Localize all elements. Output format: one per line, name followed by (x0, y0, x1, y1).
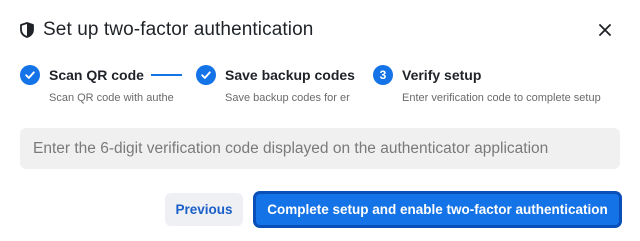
previous-button[interactable]: Previous (165, 193, 243, 226)
verification-code-input[interactable] (20, 128, 620, 169)
step-save-backup-codes: Save backup codes Save backup codes for … (196, 64, 366, 110)
dialog-title: Set up two-factor authentication (43, 19, 314, 40)
step-title: Save backup codes (225, 67, 355, 83)
stepper: Scan QR code Scan QR code with authe Sav… (20, 64, 630, 110)
step-description: Scan QR code with authe (49, 92, 174, 104)
step-verify-setup: 3 Verify setup Enter verification code t… (373, 64, 630, 110)
check-icon (20, 65, 40, 85)
dialog-header: Set up two-factor authentication (20, 17, 620, 43)
step-title: Scan QR code (49, 67, 144, 83)
step-title: Verify setup (402, 67, 482, 83)
step-number: 3 (373, 65, 393, 85)
two-factor-setup-dialog: Set up two-factor authentication Scan QR… (0, 0, 640, 241)
complete-setup-button[interactable]: Complete setup and enable two-factor aut… (254, 192, 621, 227)
step-description: Save backup codes for er (225, 92, 350, 104)
shield-icon (20, 22, 34, 38)
step-scan-qr-code: Scan QR code Scan QR code with authe (20, 64, 180, 110)
check-icon (196, 65, 216, 85)
close-icon[interactable] (594, 19, 616, 41)
step-description: Enter verification code to complete setu… (402, 92, 601, 104)
step-connector (151, 74, 182, 76)
